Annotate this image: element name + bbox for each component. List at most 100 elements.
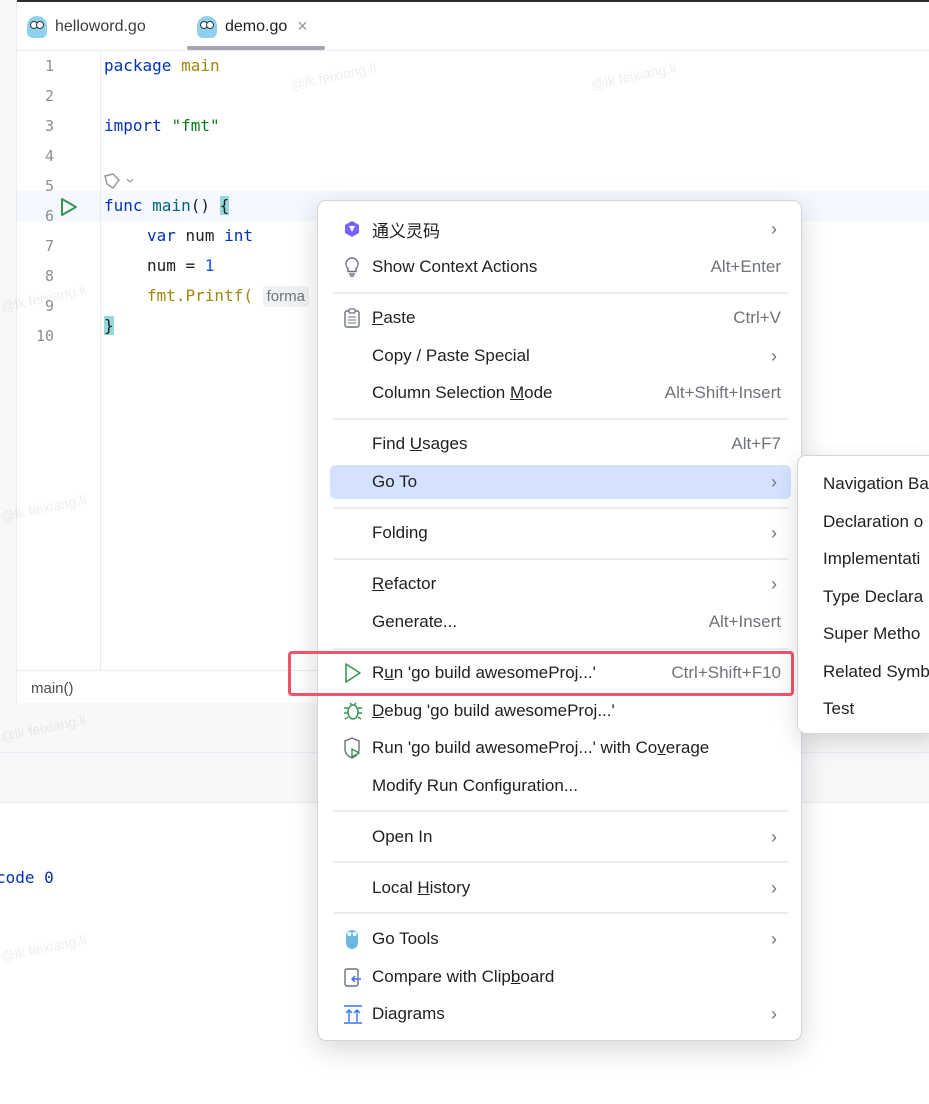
menu-item-label: Debug 'go build awesomeProj...' [372,701,615,720]
menu-item-refactor[interactable]: Refactor › [330,567,791,601]
line-number: 10 [35,327,54,345]
context-menu: 通义灵码 › Show Context Actions Alt+Enter Paste C… [317,200,802,1041]
chevron-right-icon: › [771,826,777,847]
shortcut-label: Alt+Enter [710,257,781,276]
menu-item-local-history[interactable]: Local History › [330,871,791,905]
menu-item-label: Refactor [372,574,437,593]
code-line-5[interactable]: func main() { [104,191,230,221]
menu-separator [333,810,788,812]
code-line-8[interactable]: fmt.Printf( forma [147,281,309,312]
menu-item-column-selection-mode[interactable]: Column Selection Mode Alt+Shift+Insert [330,376,791,410]
ai-inline-icon[interactable] [103,172,137,190]
tab-demo-go[interactable]: demo.go × [197,2,308,51]
menu-item-go-to[interactable]: Go To › [330,465,791,499]
run-gutter-icon[interactable] [59,197,79,217]
menu-separator [333,558,788,560]
menu-item-modify-run-configuration[interactable]: Modify Run Configuration... [330,769,791,803]
line-number: 1 [44,57,54,75]
shortcut-label: Alt+Insert [708,612,781,631]
chevron-right-icon: › [771,877,777,898]
chevron-right-icon: › [771,928,777,949]
menu-item-copy-paste-special[interactable]: Copy / Paste Special › [330,339,791,373]
gopher-file-icon [197,15,217,38]
menu-item-label: Show Context Actions [372,257,538,276]
menu-separator [333,861,788,863]
watermark: @lk feixiang.li [589,59,678,93]
debug-icon [342,701,362,721]
submenu-item[interactable]: Super Metho [823,624,920,644]
menu-item-diagrams[interactable]: Diagrams › [330,997,791,1031]
tab-helloword-go[interactable]: helloword.go [27,2,146,51]
code-line-7[interactable]: num = 1 [147,251,214,281]
menu-item-label: 通义灵码 [372,221,440,241]
line-number: 6 [44,207,54,225]
menu-separator [333,912,788,914]
menu-item-label: Diagrams [372,1004,445,1023]
chevron-right-icon: › [771,218,777,239]
line-number: 7 [44,237,54,255]
chevron-right-icon: › [771,471,777,492]
submenu-item[interactable]: Type Declara [823,587,923,607]
watermark: @lk feixiang.li [0,931,88,965]
diagrams-icon [342,1004,362,1024]
shortcut-label: Alt+Shift+Insert [664,383,781,402]
editor-tab-bar: helloword.go demo.go × [17,2,929,51]
menu-item-find-usages[interactable]: Find Usages Alt+F7 [330,427,791,461]
line-number: 8 [44,267,54,285]
menu-item-label: Copy / Paste Special [372,346,530,365]
menu-item-show-context-actions[interactable]: Show Context Actions Alt+Enter [330,250,791,284]
line-number: 2 [44,87,54,105]
chevron-right-icon: › [771,345,777,366]
submenu-item[interactable]: Navigation Ba [823,474,929,494]
code-line-3[interactable]: import "fmt" [104,111,220,141]
active-tab-indicator [187,46,325,50]
close-icon[interactable]: × [297,16,308,37]
code-line-6[interactable]: var num int [147,221,253,251]
menu-item-debug-go-build-awesomeproj[interactable]: Debug 'go build awesomeProj...' [330,694,791,728]
menu-separator [333,418,788,420]
shortcut-label: Alt+F7 [731,434,781,453]
menu-item-compare-with-clipboard[interactable]: Compare with Clipboard [330,960,791,994]
menu-item-label: Go To [372,472,418,491]
menu-item-tongyi-lingma[interactable]: 通义灵码 › [330,212,791,246]
shortcut-label: Ctrl+V [733,308,781,327]
menu-item-label: Go Tools [372,929,439,948]
tab-label: demo.go [225,17,288,35]
watermark: @lk feixiang.li [289,59,378,93]
line-number: 5 [44,177,54,195]
menu-item-label: Find Usages [372,434,468,453]
menu-item-label: Local History [372,878,471,897]
menu-item-label: Folding [372,523,428,542]
compare-clipboard-icon [342,967,362,987]
submenu-item[interactable]: Implementati [823,549,920,569]
code-line-9[interactable]: } [104,311,114,341]
menu-item-generate[interactable]: Generate... Alt+Insert [330,605,791,639]
gopher-file-icon [27,15,47,38]
menu-item-label: Open In [372,827,433,846]
menu-item-run-go-build-awesomeproj-with-coverage[interactable]: Run 'go build awesomeProj...' with Cover… [330,731,791,765]
menu-item-label: Compare with Clipboard [372,967,555,986]
code-line-1[interactable]: package main [104,51,220,81]
menu-item-label: Paste [372,308,416,327]
menu-item-label: Generate... [372,612,458,631]
line-number: 4 [44,147,54,165]
menu-item-open-in[interactable]: Open In › [330,820,791,854]
goto-submenu: Navigation Ba Declaration o Implementati Ty… [797,455,929,734]
chevron-right-icon: › [771,1003,777,1024]
menu-item-go-tools[interactable]: Go Tools › [330,922,791,956]
chevron-right-icon: › [771,522,777,543]
menu-item-paste[interactable]: Paste Ctrl+V [330,301,791,335]
menu-item-label: Modify Run Configuration... [372,776,578,795]
submenu-item[interactable]: Test [823,699,854,719]
chevron-right-icon: › [771,573,777,594]
submenu-item[interactable]: Related Symb [823,662,929,682]
menu-item-label: Run 'go build awesomeProj...' with Cover… [372,738,710,757]
breadcrumb-item[interactable]: main() [31,680,74,697]
gopher-icon [342,929,362,949]
coverage-icon [342,737,362,759]
menu-separator [333,292,788,294]
tongyi-icon [342,219,362,239]
menu-item-folding[interactable]: Folding › [330,516,791,550]
line-number: 3 [44,117,54,135]
submenu-item[interactable]: Declaration o [823,512,923,532]
